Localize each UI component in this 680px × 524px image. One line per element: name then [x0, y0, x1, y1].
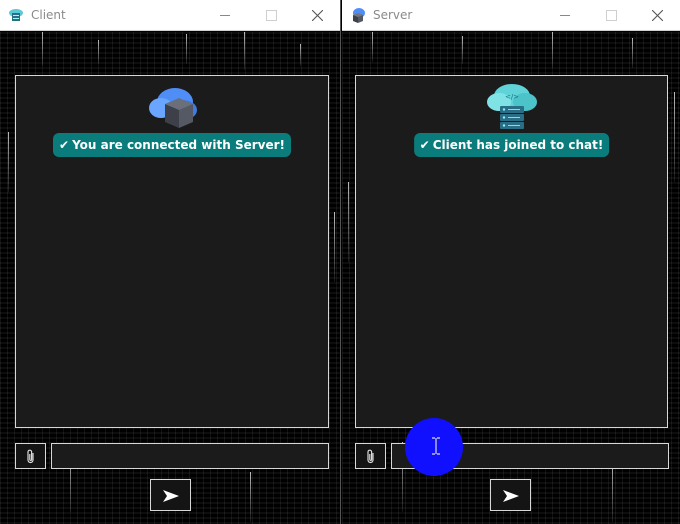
send-button[interactable]: [150, 479, 191, 511]
status-message: You are connected with Server!: [72, 138, 285, 152]
connection-status-bubble: ✔ You are connected with Server!: [53, 133, 291, 157]
close-button[interactable]: [634, 0, 680, 31]
server-window: Server </> ✔ Client has joined to chat!: [342, 0, 680, 524]
join-status-bubble: ✔ Client has joined to chat!: [413, 133, 610, 157]
cloud-server-avatar-icon: [145, 82, 199, 132]
paperclip-icon: [27, 449, 34, 464]
status-message: Client has joined to chat!: [432, 138, 604, 152]
window-title: Client: [31, 8, 66, 22]
cloud-server-icon: [8, 7, 24, 23]
maximize-button[interactable]: [588, 0, 634, 31]
close-icon: [312, 10, 323, 21]
svg-text:</>: </>: [504, 93, 518, 101]
message-input[interactable]: [51, 443, 329, 469]
close-button[interactable]: [294, 0, 340, 31]
send-arrow-icon: [503, 490, 519, 502]
cloud-server-icon: [350, 7, 366, 23]
cloud-database-avatar-icon: </>: [485, 82, 539, 132]
maximize-button[interactable]: [248, 0, 294, 31]
attach-file-button[interactable]: [15, 443, 46, 469]
send-button[interactable]: [490, 479, 531, 511]
paperclip-icon: [367, 449, 374, 464]
minimize-button[interactable]: [202, 0, 248, 31]
window-title: Server: [373, 8, 413, 22]
client-window: Client ✔ You are connected with Server!: [0, 0, 341, 524]
server-titlebar[interactable]: Server: [342, 0, 680, 31]
close-icon: [652, 10, 663, 21]
checkmark-icon: ✔: [59, 138, 70, 152]
chat-messages-panel[interactable]: ✔ You are connected with Server!: [15, 75, 329, 428]
send-arrow-icon: [163, 490, 179, 502]
client-titlebar[interactable]: Client: [0, 0, 340, 31]
minimize-button[interactable]: [542, 0, 588, 31]
checkmark-icon: ✔: [419, 138, 430, 152]
attach-file-button[interactable]: [355, 443, 386, 469]
chat-messages-panel[interactable]: </> ✔ Client has joined to chat!: [355, 75, 668, 428]
text-cursor-icon: [432, 437, 440, 455]
